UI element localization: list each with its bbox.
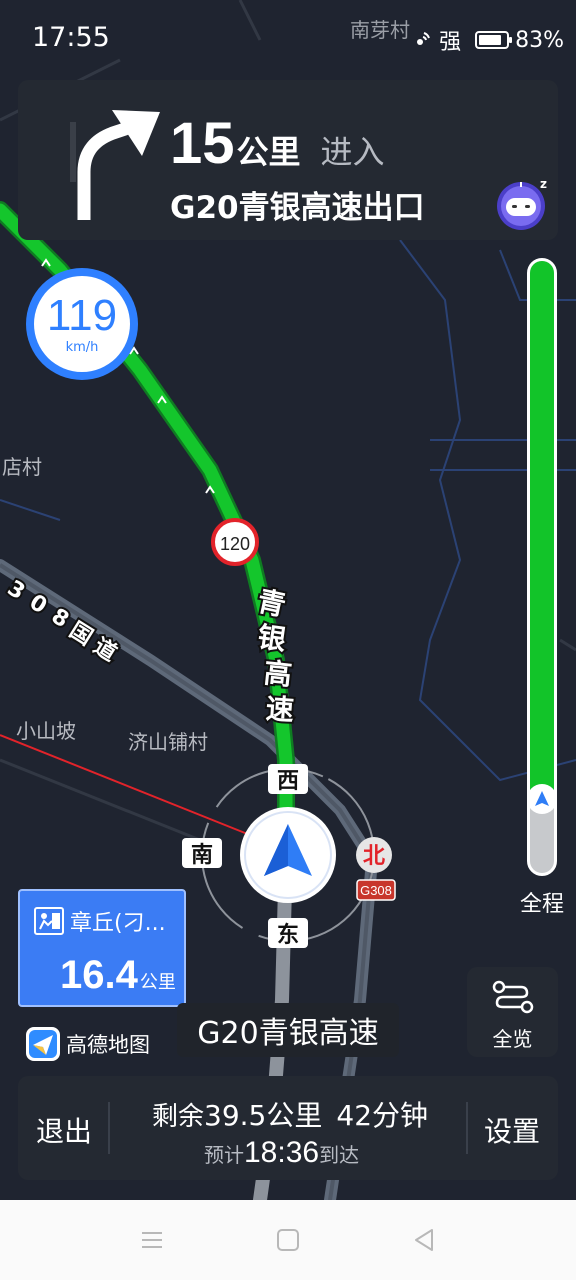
svg-text:120: 120	[220, 534, 250, 554]
voice-assistant-icon[interactable]: z	[494, 176, 552, 234]
destination-distance-unit: 公里	[139, 972, 176, 993]
vehicle-position-marker	[240, 807, 336, 903]
trip-summary-bar: 退出 剩余 39.5公里 42分钟 预计 18:36 到达 设置	[18, 1076, 558, 1180]
amap-logo: 高德地图	[26, 1027, 150, 1061]
route-progress-label: 全程	[520, 892, 565, 917]
current-road-name: G20青银高速	[177, 1003, 399, 1057]
destination-name: 章丘(刁...	[70, 911, 166, 936]
speed-unit: km/h	[65, 339, 99, 355]
home-icon[interactable]	[276, 1228, 300, 1252]
turn-slight-right-icon	[70, 110, 160, 220]
compass-north: 北	[363, 844, 385, 869]
route-progress-fill	[530, 261, 554, 806]
eta-prefix: 预计	[204, 1143, 244, 1167]
vehicle-arrow-icon	[535, 790, 549, 806]
battery-level	[479, 35, 501, 45]
overview-label: 全览	[492, 1027, 533, 1051]
amap-logo-icon	[26, 1027, 60, 1061]
distance-value: 15	[170, 111, 235, 176]
distance-row: 15 公里 进入	[170, 110, 385, 177]
destination-distance-value: 16.4	[60, 953, 138, 997]
distance-unit: 公里	[236, 133, 301, 171]
remaining-summary: 剩余 39.5公里 42分钟	[152, 1094, 428, 1134]
settings-button[interactable]: 设置	[484, 1110, 540, 1150]
destination-card[interactable]: 章丘(刁... 16.4 公里	[18, 889, 186, 1007]
map-label-village: 店村	[2, 455, 42, 479]
divider	[108, 1102, 110, 1154]
route-overview-icon	[492, 980, 534, 1014]
route-progress-bar[interactable]	[527, 258, 557, 876]
battery-percent: 83%	[515, 27, 564, 53]
status-indicators: 强 83%	[411, 24, 564, 56]
current-speed-badge: 119 km/h	[26, 268, 138, 380]
hotspot-icon	[417, 32, 431, 45]
destination-distance: 16.4 公里	[60, 953, 176, 998]
signal-strength-text: 强	[439, 30, 462, 55]
highway-char: 速	[265, 692, 295, 727]
eta-suffix: 到达	[319, 1143, 360, 1167]
highway-char: 银	[256, 620, 289, 657]
map-label-village: 济山铺村	[128, 730, 208, 754]
status-bar: 17:55 强 83%	[0, 0, 576, 80]
road-shield-g308: G308	[356, 879, 396, 901]
svg-text:z: z	[540, 177, 547, 191]
red-boundary-line	[0, 734, 251, 836]
highway-char: 高	[262, 656, 293, 692]
compass-south: 南	[191, 843, 213, 868]
system-navigation-bar	[0, 1200, 576, 1280]
battery-icon	[475, 31, 513, 49]
compass-west: 西	[277, 769, 299, 794]
amap-logo-text: 高德地图	[66, 1033, 150, 1057]
remaining-distance: 39.5公里	[204, 1099, 323, 1132]
exit-button[interactable]: 退出	[36, 1110, 92, 1150]
highway-char: 青	[254, 584, 288, 622]
status-time: 17:55	[32, 22, 110, 53]
menu-icon[interactable]	[140, 1228, 164, 1252]
overview-button[interactable]: 全览	[467, 967, 558, 1057]
national-road-label: 3 0 8 国 道	[1, 574, 123, 669]
maneuver-action: 进入	[320, 133, 385, 171]
divider	[466, 1102, 468, 1154]
compass-east: 东	[277, 922, 299, 948]
svg-text:G308: G308	[360, 883, 392, 898]
map-label-village: 小山坡	[16, 719, 76, 743]
navigation-instruction-card[interactable]: 15 公里 进入 G20青银高速出口 z	[18, 80, 558, 240]
back-icon[interactable]	[412, 1228, 436, 1252]
remaining-time: 42分钟	[336, 1099, 429, 1132]
remaining-prefix: 剩余	[152, 1102, 205, 1132]
eta-time: 18:36	[244, 1136, 320, 1169]
eta-row: 预计 18:36 到达	[204, 1136, 359, 1170]
exit-sign-icon	[34, 907, 64, 935]
progress-position-marker	[527, 783, 557, 814]
next-road-name: G20青银高速出口	[170, 190, 425, 226]
speed-limit-sign: 120	[211, 518, 259, 566]
speed-value: 119	[46, 290, 118, 340]
